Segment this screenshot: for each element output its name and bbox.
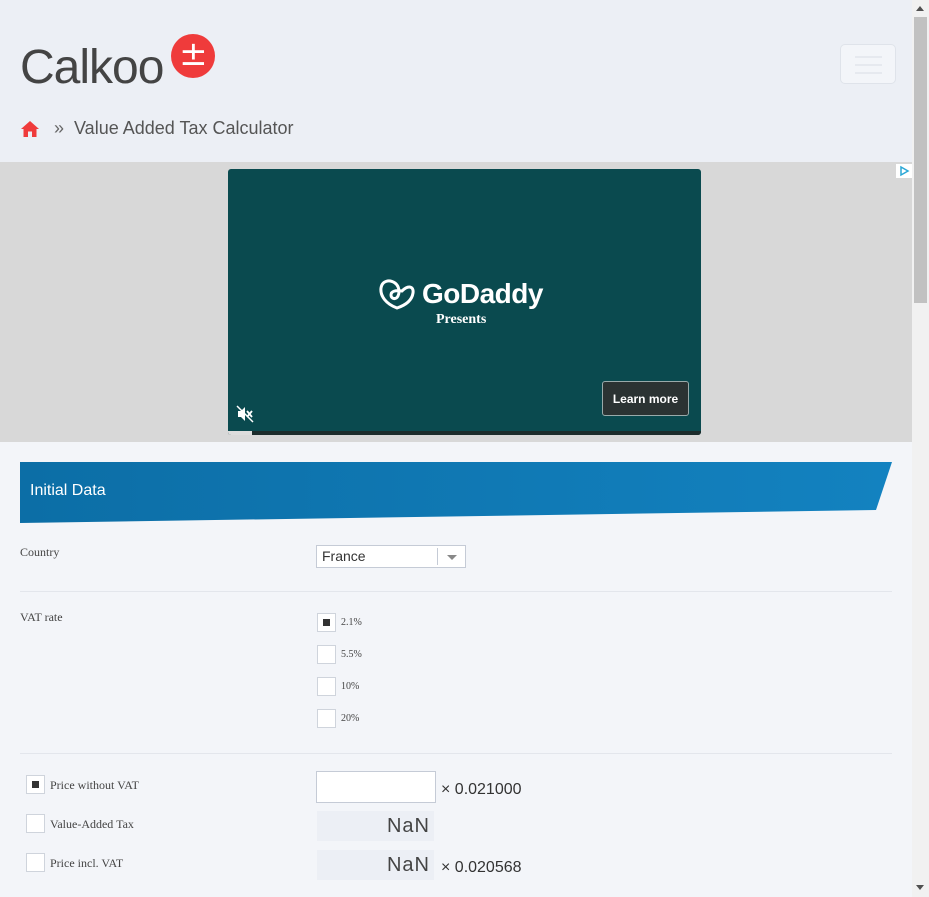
vat-amount-output[interactable]: NaN — [317, 811, 434, 841]
ad-progress-bar — [228, 431, 701, 435]
vat-option-label: 2.1% — [341, 617, 362, 628]
price-incl-vat-radio[interactable] — [26, 853, 45, 872]
ad-choices-icon[interactable] — [896, 164, 912, 178]
scrollbar-thumb[interactable] — [914, 17, 927, 303]
country-label: Country — [20, 545, 60, 559]
ad-brand-name: GoDaddy — [422, 278, 543, 309]
scrollbar[interactable] — [912, 0, 929, 897]
hamburger-icon — [855, 56, 882, 58]
mute-icon[interactable] — [236, 405, 254, 423]
learn-more-button[interactable]: Learn more — [602, 381, 689, 416]
price-without-vat-radio[interactable] — [26, 775, 45, 794]
logo-text: Calkoo — [20, 41, 164, 94]
vat-option-radio[interactable] — [317, 645, 336, 664]
price-without-vat-label: Price without VAT — [50, 778, 139, 792]
ad-progress-fill — [228, 431, 252, 435]
chevron-down-icon — [437, 548, 465, 565]
vat-option-radio[interactable] — [317, 677, 336, 696]
vat-rate-label: VAT rate — [20, 610, 63, 624]
breadcrumb-separator: » — [54, 118, 65, 138]
divider — [20, 591, 892, 592]
logo[interactable]: Calkoo ± — [20, 34, 216, 100]
divider — [20, 753, 892, 754]
price-without-vat-factor: × 0.021000 — [441, 781, 522, 798]
section-title: Initial Data — [30, 482, 106, 499]
menu-toggle-button[interactable] — [840, 44, 896, 84]
section-banner: Initial Data — [20, 462, 892, 523]
vat-amount-radio[interactable] — [26, 814, 45, 833]
banner-shape — [20, 462, 892, 523]
breadcrumb-current: Value Added Tax Calculator — [74, 118, 294, 138]
breadcrumb: » Value Added Tax Calculator — [20, 118, 294, 139]
price-without-vat-input[interactable] — [316, 771, 436, 803]
price-incl-vat-label: Price incl. VAT — [50, 856, 124, 870]
vat-option-label: 20% — [341, 713, 360, 724]
vat-option-label: 10% — [341, 681, 360, 692]
vat-amount-label: Value-Added Tax — [50, 817, 134, 831]
scroll-down-icon[interactable] — [916, 885, 924, 890]
plus-minus-icon: ± — [171, 34, 216, 78]
country-select[interactable]: France — [316, 545, 466, 568]
price-incl-vat-factor: × 0.020568 — [441, 859, 522, 876]
vat-option-radio[interactable] — [317, 613, 336, 632]
home-icon[interactable] — [20, 119, 40, 139]
vat-option-radio[interactable] — [317, 709, 336, 728]
scroll-up-icon[interactable] — [916, 6, 924, 11]
ad-video[interactable]: GoDaddy Presents Learn more — [228, 169, 701, 435]
godaddy-logo-icon — [379, 279, 415, 310]
ad-brand: GoDaddy — [378, 277, 543, 311]
country-select-value: France — [322, 548, 366, 564]
page-header: Calkoo ± » Value Added Tax Calculator — [0, 0, 912, 162]
vat-option-label: 5.5% — [341, 649, 362, 660]
price-incl-vat-output[interactable]: NaN — [317, 850, 434, 880]
ad-subtitle: Presents — [436, 312, 487, 327]
